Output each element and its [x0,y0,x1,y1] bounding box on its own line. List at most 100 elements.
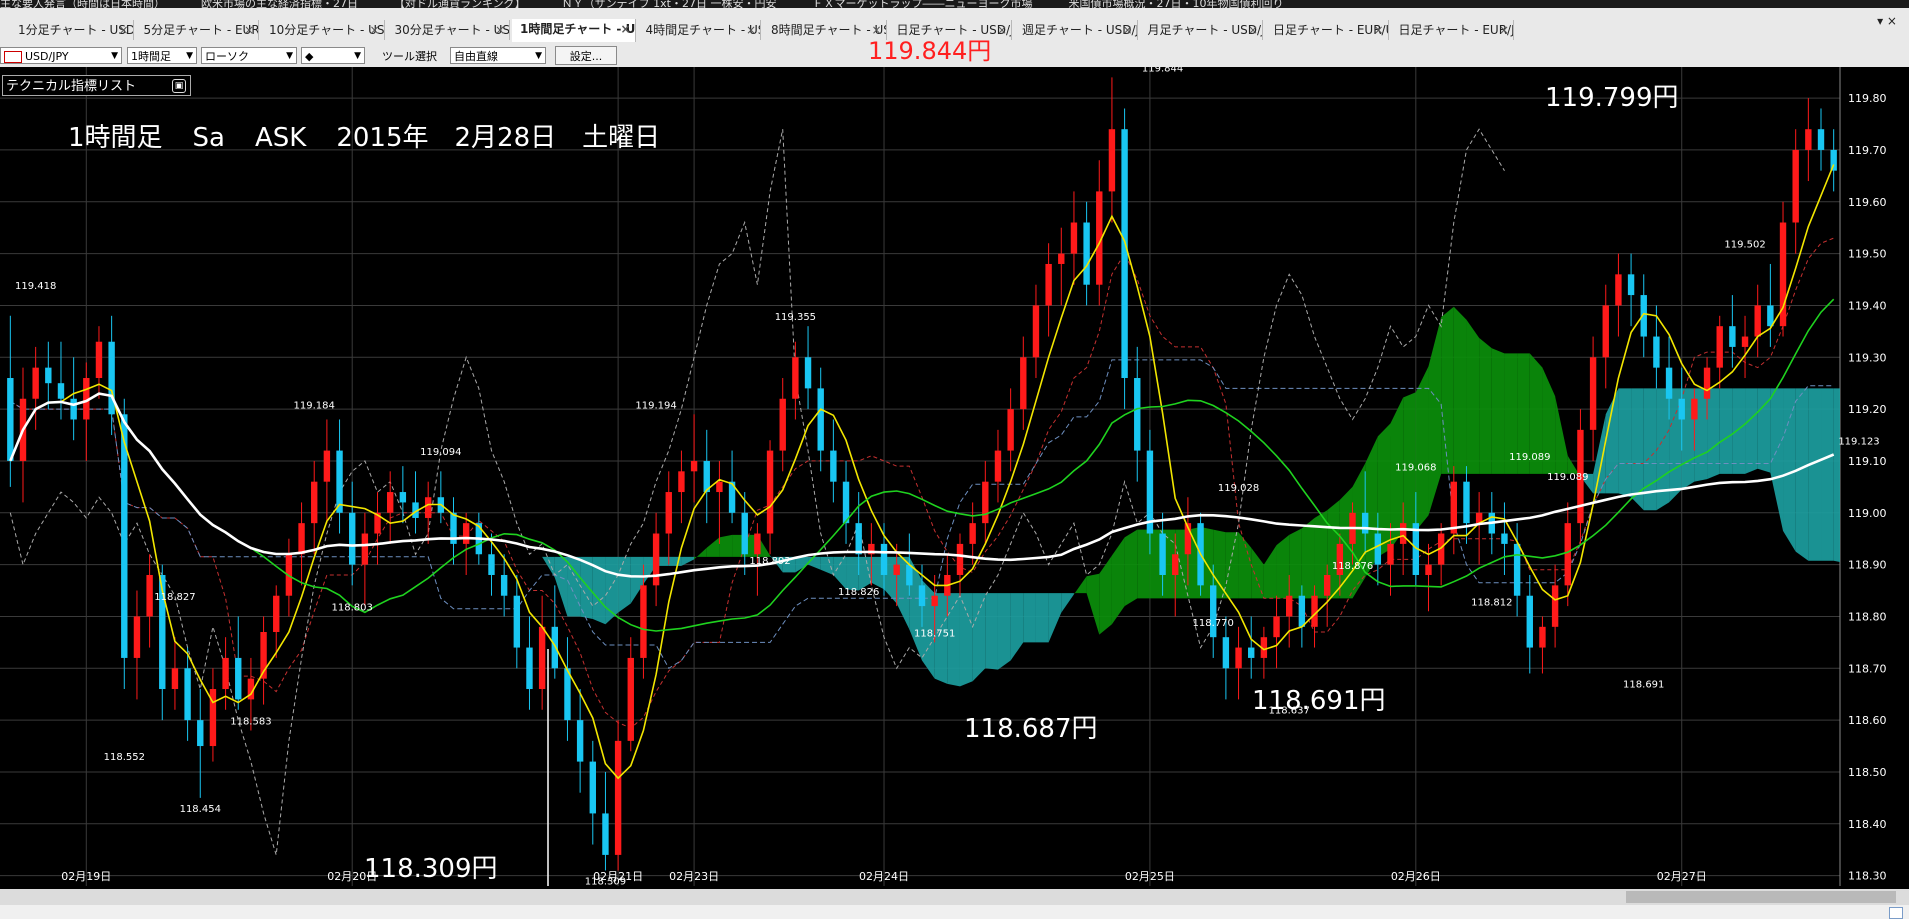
candle-body [7,378,14,461]
candle [665,471,672,565]
ichimoku-cloud-segment [846,556,859,591]
ticker-item[interactable]: 欧米市場の主な経済指標・27日 [201,0,358,8]
ichimoku-cloud-segment [1238,532,1252,599]
marker-select[interactable]: ◆ ▼ [301,47,365,64]
close-icon[interactable]: × [244,20,254,40]
candle-body [1729,326,1736,347]
candle-body [589,761,596,814]
y-tick-label: 119.60 [1848,196,1887,209]
ichimoku-cloud-segment [504,517,517,529]
ticker-item[interactable]: ＦＸマーケットラップ――ニューヨーク市場 [812,0,1032,8]
candle [349,481,356,586]
close-icon[interactable]: × [1499,20,1509,40]
candle-body [1387,543,1394,565]
ticker-item[interactable]: 米国債市場概況・27日・10年物国債利回り [1068,0,1283,8]
price-label: 118.770 [1193,618,1234,629]
candle [1045,243,1052,337]
candle [1273,595,1280,669]
candle [1020,336,1027,430]
close-icon[interactable]: × [997,20,1007,40]
candle [399,466,407,524]
candle-body [298,523,305,555]
timeframe-select[interactable]: 1時間足 ▼ [127,47,197,64]
expand-icon[interactable]: ▣ [172,79,186,93]
candle [1754,284,1761,358]
ichimoku-cloud-segment [833,556,847,590]
close-icon[interactable]: × [1122,20,1132,40]
candle-body [1551,585,1559,627]
price-label: 119.089 [1547,472,1588,483]
ichimoku-cloud-segment [972,593,986,682]
close-icon[interactable]: × [495,20,505,40]
close-icon[interactable]: × [746,20,756,40]
candle [956,533,964,596]
candle [374,492,381,565]
chevron-down-icon: ▼ [186,51,193,61]
candle-body [741,512,748,555]
candle [1450,466,1458,555]
ichimoku-cloud-segment [1061,593,1074,613]
candle-body [386,492,394,513]
candle [1805,98,1812,182]
scrollbar-thumb[interactable] [1626,891,1896,903]
tab-3[interactable]: 10分足チャート - USD,× [261,20,385,40]
candle-body [982,481,989,524]
candle-body [526,647,533,690]
ichimoku-cloud-segment [1428,317,1442,516]
drawing-tool-select[interactable]: 自由直線 ▼ [450,47,546,64]
candle [500,554,508,617]
close-icon[interactable]: × [1248,20,1258,40]
candle-body [1286,595,1293,617]
close-icon[interactable]: × [369,20,379,40]
close-icon[interactable]: × [1373,20,1383,40]
candle [323,419,331,524]
horizontal-scrollbar[interactable] [0,889,1909,905]
candle-body [1222,637,1230,669]
tab-label: 1時間足チャート - US [520,22,636,36]
candle [678,450,685,524]
resize-grip-icon[interactable] [1889,907,1903,919]
candle-body [1564,523,1571,586]
ichimoku-cloud-segment [1289,528,1302,599]
info-date: 2015年 2月28日 土曜日 [336,123,661,153]
chart-style-select[interactable]: ローソク ▼ [201,47,297,64]
tab-1[interactable]: 1分足チャート - USD/× [10,20,134,40]
currency-pair-select[interactable]: USD/JPY ▼ [0,47,122,64]
ticker-item[interactable]: ＮＹ（サンデイフ 1xt・27日 一株安・円安 [562,0,777,8]
x-tick-label: 02月23日 [669,870,719,883]
tab-5[interactable]: 1時間足チャート - US × [512,19,636,42]
price-label: 119.194 [635,400,676,411]
settings-button[interactable]: 設定... [555,46,617,65]
tab-11[interactable]: 日足チャート - EUR/US× [1265,20,1389,40]
candle-body [1627,274,1635,296]
candle [538,595,546,710]
indicator-list-button[interactable]: テクニカル指標リスト ▣ [2,75,191,96]
candle-body [627,657,634,741]
tab-10[interactable]: 月足チャート - USD/JP × [1140,20,1263,40]
candle-body [893,564,900,575]
ichimoku-cloud-segment [1251,547,1264,599]
candle [361,512,369,607]
ichimoku-cloud-segment [1783,388,1796,552]
candle [57,341,65,420]
tab-6[interactable]: 4時間足チャート - US × [638,20,761,40]
tab-menu-button[interactable]: ▾ × [1877,14,1897,28]
y-tick-label: 118.90 [1848,559,1887,572]
tab-12[interactable]: 日足チャート - EUR/JP × [1391,20,1514,40]
ticker-item[interactable]: 【対ドル通貨ランキング】 [394,0,526,8]
ichimoku-cloud-segment [1466,319,1480,474]
tab-2[interactable]: 5分足チャート - EUR/× [136,20,259,40]
ticker-item[interactable]: 主な要人発言（時間は日本時間） [0,0,165,8]
tab-4[interactable]: 30分足チャート - USD,× [387,20,510,40]
close-icon[interactable]: × [118,20,128,40]
close-icon[interactable]: × [620,19,630,39]
tab-9[interactable]: 週足チャート - USD/JP × [1014,20,1138,40]
candle-body [1045,263,1052,306]
chart-plot[interactable]: 118.30 118.40 118.50 118.60 118.70 118.80 118.… [0,67,1909,889]
candle-body [424,497,432,518]
candle-body [1767,305,1774,327]
chevron-down-icon: ▼ [286,51,293,61]
price-label: 118.309 [585,876,626,887]
price-label: 119.502 [1724,240,1765,251]
currency-pair-value: USD/JPY [25,50,69,63]
